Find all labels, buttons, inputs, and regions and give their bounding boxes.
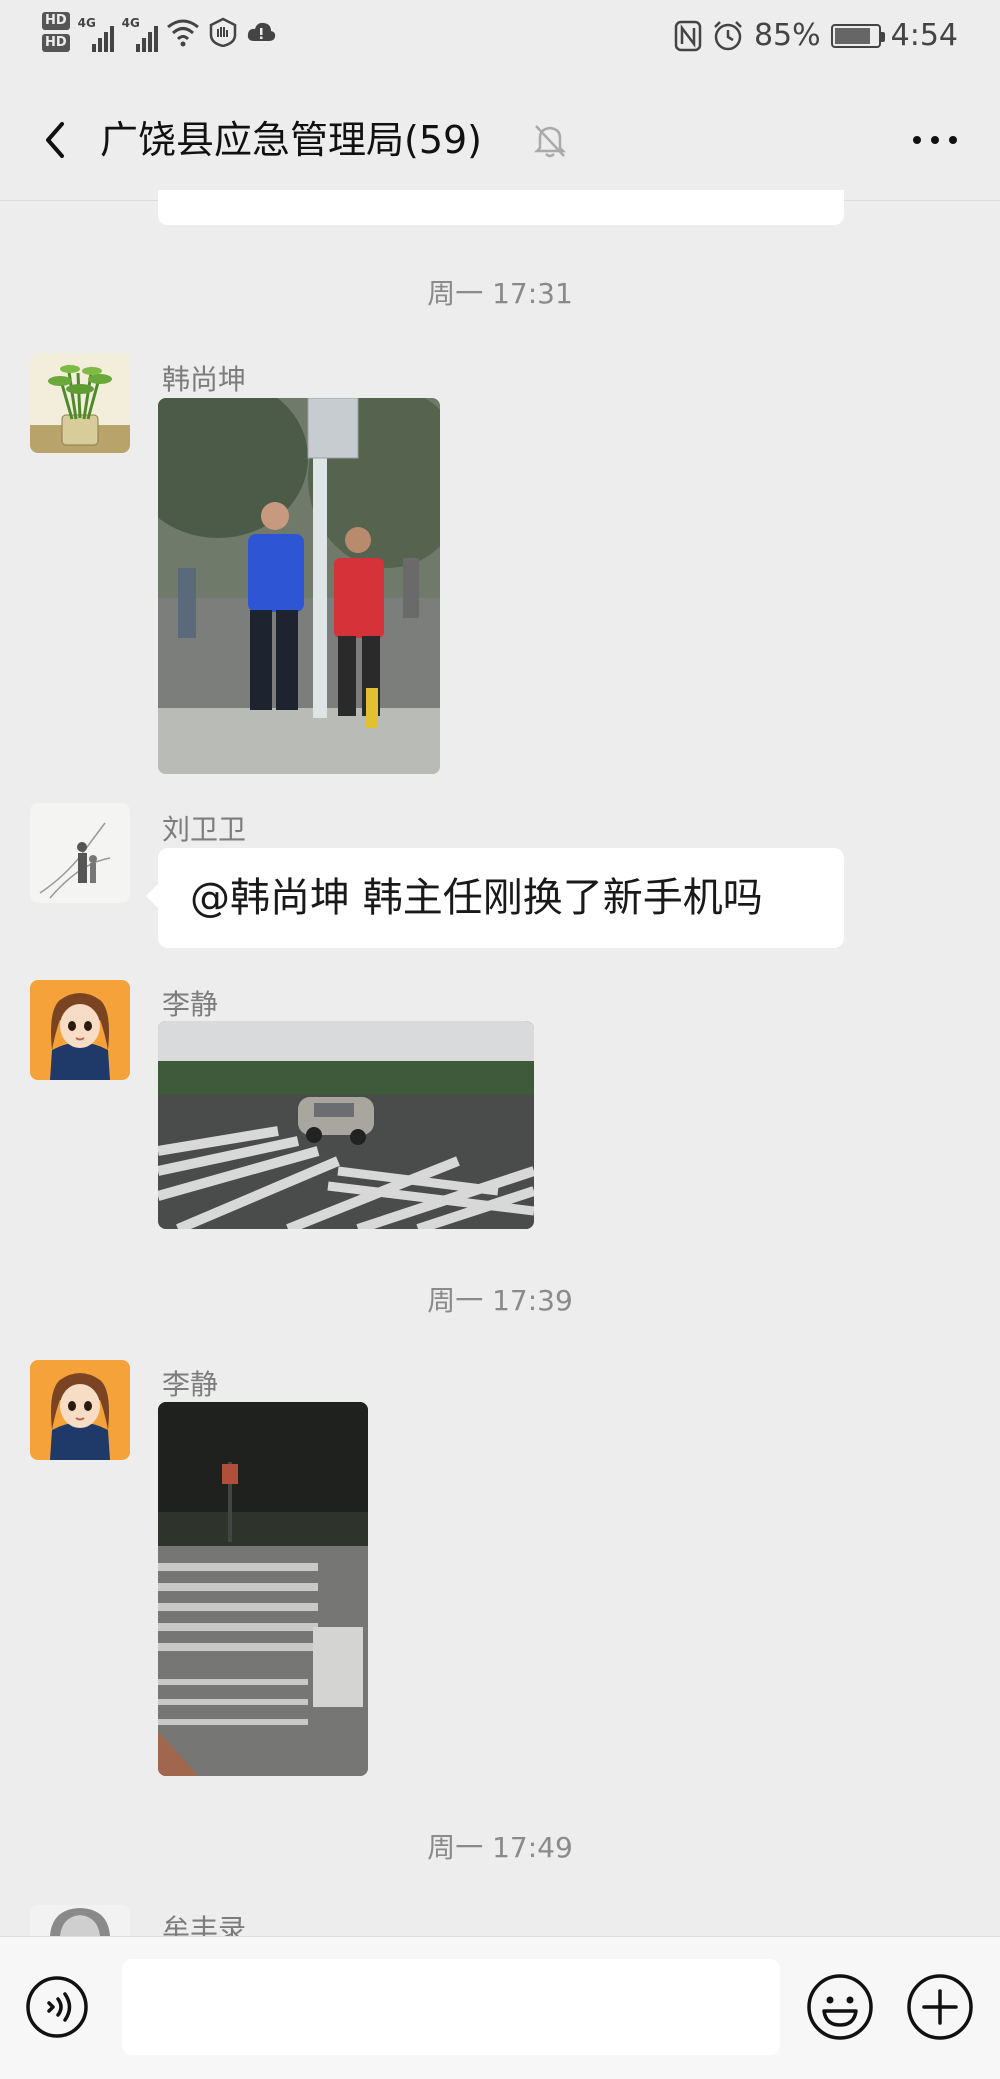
timestamp: 周一 17:31 [427,277,573,310]
network-label-2: 4G [121,16,140,30]
timestamp: 周一 17:39 [427,1284,573,1317]
back-button[interactable] [28,110,84,170]
voice-icon [26,1976,88,2038]
alarm-icon [714,20,742,50]
avatar[interactable] [30,803,130,903]
avatar[interactable] [30,1360,130,1460]
sender-name: 李静 [162,1368,219,1401]
avatar[interactable] [30,1905,130,1936]
mute-icon [530,120,570,160]
plus-circle-icon [907,1974,973,2040]
hd2-badge: HD [42,34,70,52]
wifi-icon [166,19,199,47]
input-bar [0,1936,1000,2079]
battery-percent: 85% [753,18,821,53]
avatar[interactable] [30,353,130,453]
message-input[interactable] [122,1959,780,2055]
battery-icon [830,23,885,48]
voice-input-button[interactable] [25,1975,89,2039]
battery-level [834,27,871,44]
emoji-button[interactable] [806,1973,874,2041]
sender-name: 刘卫卫 [162,813,247,846]
sender-name: 李静 [162,988,219,1021]
more-functions-button[interactable] [906,1973,974,2041]
image-message[interactable] [158,398,440,774]
clock-time: 4:54 [890,18,958,53]
status-bar: HD HD 4G 4G 85% 4:54 [0,0,1000,80]
hd1-badge: HD [42,12,70,30]
hand-shield-icon [209,17,236,47]
signal-icon-2: 4G [122,12,158,52]
image-message[interactable] [158,1021,534,1229]
timestamp: 周一 17:49 [427,1831,573,1864]
text-message-bubble[interactable]: @韩尚坤 韩主任刚换了新手机吗 [146,848,844,948]
network-label-1: 4G [77,16,96,30]
emoji-icon [807,1974,873,2040]
nfc-icon [674,20,702,51]
chat-title[interactable]: 广饶县应急管理局(59) [100,110,482,170]
sender-name: 牟丰录 [162,1913,247,1936]
chevron-left-icon [46,122,64,158]
image-message[interactable] [158,1402,368,1776]
sender-name: 韩尚坤 [162,363,247,396]
more-options-button[interactable] [900,110,970,170]
status-left: HD HD 4G 4G [42,12,276,52]
avatar[interactable] [30,980,130,1080]
signal-icon-1: 4G [78,12,114,52]
cloud-icon [247,22,275,41]
status-right: 85% 4:54 [674,18,958,53]
chat-header: 广饶县应急管理局(59) [0,80,1000,201]
previous-message-bubble[interactable] [158,190,844,225]
hd-indicators: HD HD [42,12,70,52]
